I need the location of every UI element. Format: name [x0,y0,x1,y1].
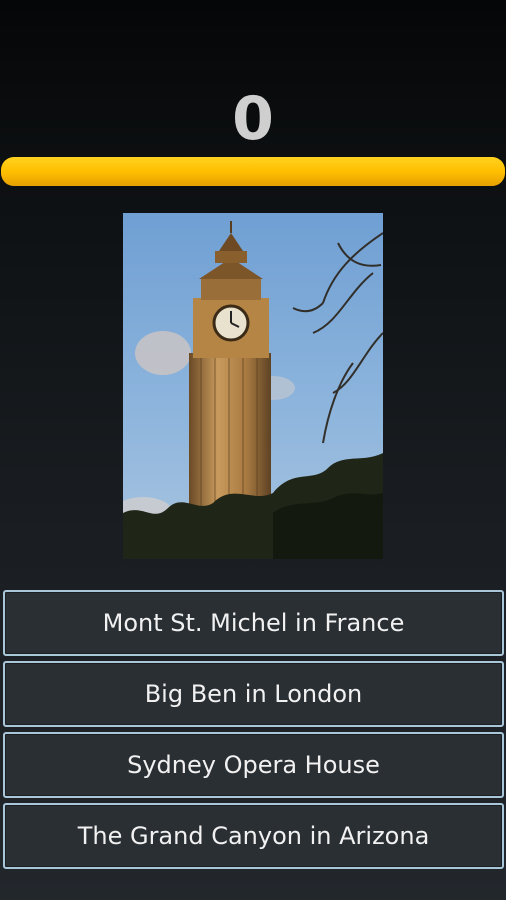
score-display: 0 [232,84,274,154]
big-ben-photo [123,213,383,559]
progress-bar [1,157,505,186]
answer-option[interactable]: Mont St. Michel in France [3,590,504,656]
answer-option[interactable]: Big Ben in London [3,661,504,727]
progress-bar-fill [1,157,505,186]
answer-list: Mont St. Michel in France Big Ben in Lon… [3,590,504,874]
answer-option[interactable]: Sydney Opera House [3,732,504,798]
quiz-photo [123,213,383,559]
answer-option[interactable]: The Grand Canyon in Arizona [3,803,504,869]
